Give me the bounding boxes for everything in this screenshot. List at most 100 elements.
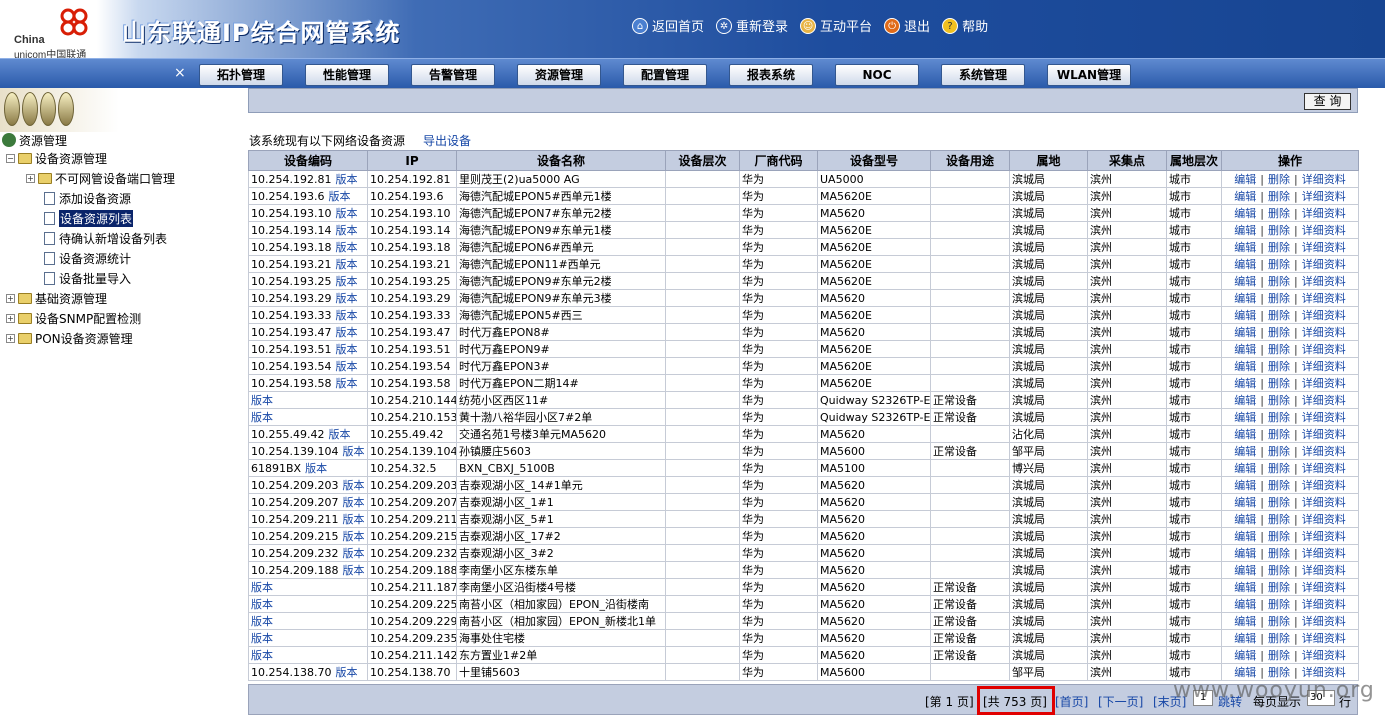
details-link[interactable]: 详细资料 (1302, 394, 1346, 407)
sidebar-item-pon-resource[interactable]: + PON设备资源管理 (6, 329, 133, 347)
delete-link[interactable]: 删除 (1268, 241, 1290, 254)
sidebar-item-snmp-check[interactable]: + 设备SNMP配置检测 (6, 309, 141, 327)
delete-link[interactable]: 删除 (1268, 258, 1290, 271)
sidebar-item-unmanaged-ports[interactable]: + 不可网管设备端口管理 (26, 169, 175, 187)
sidebar-item-add-device[interactable]: 添加设备资源 (44, 189, 131, 207)
details-link[interactable]: 详细资料 (1302, 173, 1346, 186)
delete-link[interactable]: 删除 (1268, 292, 1290, 305)
edit-link[interactable]: 编辑 (1234, 309, 1256, 322)
edit-link[interactable]: 编辑 (1234, 292, 1256, 305)
sidebar-item-basic-resource[interactable]: + 基础资源管理 (6, 289, 107, 307)
details-link[interactable]: 详细资料 (1302, 309, 1346, 322)
edit-link[interactable]: 编辑 (1234, 258, 1256, 271)
edit-link[interactable]: 编辑 (1234, 173, 1256, 186)
version-link[interactable]: 版本 (342, 479, 364, 492)
edit-link[interactable]: 编辑 (1234, 428, 1256, 441)
version-link[interactable]: 版本 (251, 394, 273, 407)
delete-link[interactable]: 删除 (1268, 275, 1290, 288)
help-link[interactable]: ? 帮助 (942, 16, 988, 35)
details-link[interactable]: 详细资料 (1302, 428, 1346, 441)
tab-system[interactable]: 系统管理 (941, 64, 1025, 86)
delete-link[interactable]: 删除 (1268, 190, 1290, 203)
details-link[interactable]: 详细资料 (1302, 292, 1346, 305)
tab-noc[interactable]: NOC (835, 64, 919, 86)
edit-link[interactable]: 编辑 (1234, 326, 1256, 339)
sidebar-item-batch-import[interactable]: 设备批量导入 (44, 269, 131, 287)
version-link[interactable]: 版本 (328, 190, 350, 203)
expand-icon[interactable]: + (6, 313, 15, 323)
details-link[interactable]: 详细资料 (1302, 530, 1346, 543)
edit-link[interactable]: 编辑 (1234, 649, 1256, 662)
edit-link[interactable]: 编辑 (1234, 547, 1256, 560)
collapse-icon[interactable]: − (6, 153, 15, 163)
details-link[interactable]: 详细资料 (1302, 343, 1346, 356)
version-link[interactable]: 版本 (335, 343, 357, 356)
version-link[interactable]: 版本 (328, 428, 350, 441)
details-link[interactable]: 详细资料 (1302, 598, 1346, 611)
expand-icon[interactable]: + (6, 333, 15, 343)
tab-alarm[interactable]: 告警管理 (411, 64, 495, 86)
edit-link[interactable]: 编辑 (1234, 241, 1256, 254)
delete-link[interactable]: 删除 (1268, 496, 1290, 509)
edit-link[interactable]: 编辑 (1234, 445, 1256, 458)
delete-link[interactable]: 删除 (1268, 343, 1290, 356)
details-link[interactable]: 详细资料 (1302, 360, 1346, 373)
edit-link[interactable]: 编辑 (1234, 411, 1256, 424)
relogin-link[interactable]: ✲ 重新登录 (716, 16, 788, 35)
details-link[interactable]: 详细资料 (1302, 411, 1346, 424)
tab-report[interactable]: 报表系统 (729, 64, 813, 86)
details-link[interactable]: 详细资料 (1302, 224, 1346, 237)
delete-link[interactable]: 删除 (1268, 445, 1290, 458)
delete-link[interactable]: 删除 (1268, 309, 1290, 322)
details-link[interactable]: 详细资料 (1302, 377, 1346, 390)
version-link[interactable]: 版本 (335, 241, 357, 254)
delete-link[interactable]: 删除 (1268, 598, 1290, 611)
version-link[interactable]: 版本 (342, 547, 364, 560)
edit-link[interactable]: 编辑 (1234, 632, 1256, 645)
details-link[interactable]: 详细资料 (1302, 479, 1346, 492)
delete-link[interactable]: 删除 (1268, 207, 1290, 220)
interactive-platform-link[interactable]: ☺ 互动平台 (800, 16, 872, 35)
version-link[interactable]: 版本 (335, 360, 357, 373)
search-button[interactable]: 查 询 (1304, 93, 1351, 110)
details-link[interactable]: 详细资料 (1302, 632, 1346, 645)
edit-link[interactable]: 编辑 (1234, 615, 1256, 628)
sidebar-item-device-list[interactable]: 设备资源列表 (44, 209, 134, 227)
version-link[interactable]: 版本 (335, 207, 357, 220)
version-link[interactable]: 版本 (251, 615, 273, 628)
home-link[interactable]: ⌂ 返回首页 (632, 16, 704, 35)
delete-link[interactable]: 删除 (1268, 360, 1290, 373)
version-link[interactable]: 版本 (335, 258, 357, 271)
delete-link[interactable]: 删除 (1268, 547, 1290, 560)
sidebar-item-resource-root[interactable]: 资源管理 (2, 131, 67, 149)
tab-config[interactable]: 配置管理 (623, 64, 707, 86)
edit-link[interactable]: 编辑 (1234, 564, 1256, 577)
edit-link[interactable]: 编辑 (1234, 479, 1256, 492)
edit-link[interactable]: 编辑 (1234, 598, 1256, 611)
edit-link[interactable]: 编辑 (1234, 462, 1256, 475)
delete-link[interactable]: 删除 (1268, 377, 1290, 390)
delete-link[interactable]: 删除 (1268, 615, 1290, 628)
details-link[interactable]: 详细资料 (1302, 326, 1346, 339)
edit-link[interactable]: 编辑 (1234, 581, 1256, 594)
first-page-link[interactable]: [首页] (1055, 693, 1088, 710)
edit-link[interactable]: 编辑 (1234, 207, 1256, 220)
close-icon[interactable]: × (174, 65, 186, 81)
version-link[interactable]: 版本 (342, 530, 364, 543)
version-link[interactable]: 版本 (342, 564, 364, 577)
details-link[interactable]: 详细资料 (1302, 275, 1346, 288)
version-link[interactable]: 版本 (335, 173, 357, 186)
details-link[interactable]: 详细资料 (1302, 190, 1346, 203)
version-link[interactable]: 版本 (335, 377, 357, 390)
details-link[interactable]: 详细资料 (1302, 496, 1346, 509)
details-link[interactable]: 详细资料 (1302, 649, 1346, 662)
delete-link[interactable]: 删除 (1268, 564, 1290, 577)
delete-link[interactable]: 删除 (1268, 513, 1290, 526)
delete-link[interactable]: 删除 (1268, 394, 1290, 407)
sidebar-item-pending-devices[interactable]: 待确认新增设备列表 (44, 229, 167, 247)
tab-topology[interactable]: 拓扑管理 (199, 64, 283, 86)
version-link[interactable]: 版本 (251, 411, 273, 424)
version-link[interactable]: 版本 (305, 462, 327, 475)
details-link[interactable]: 详细资料 (1302, 241, 1346, 254)
details-link[interactable]: 详细资料 (1302, 445, 1346, 458)
